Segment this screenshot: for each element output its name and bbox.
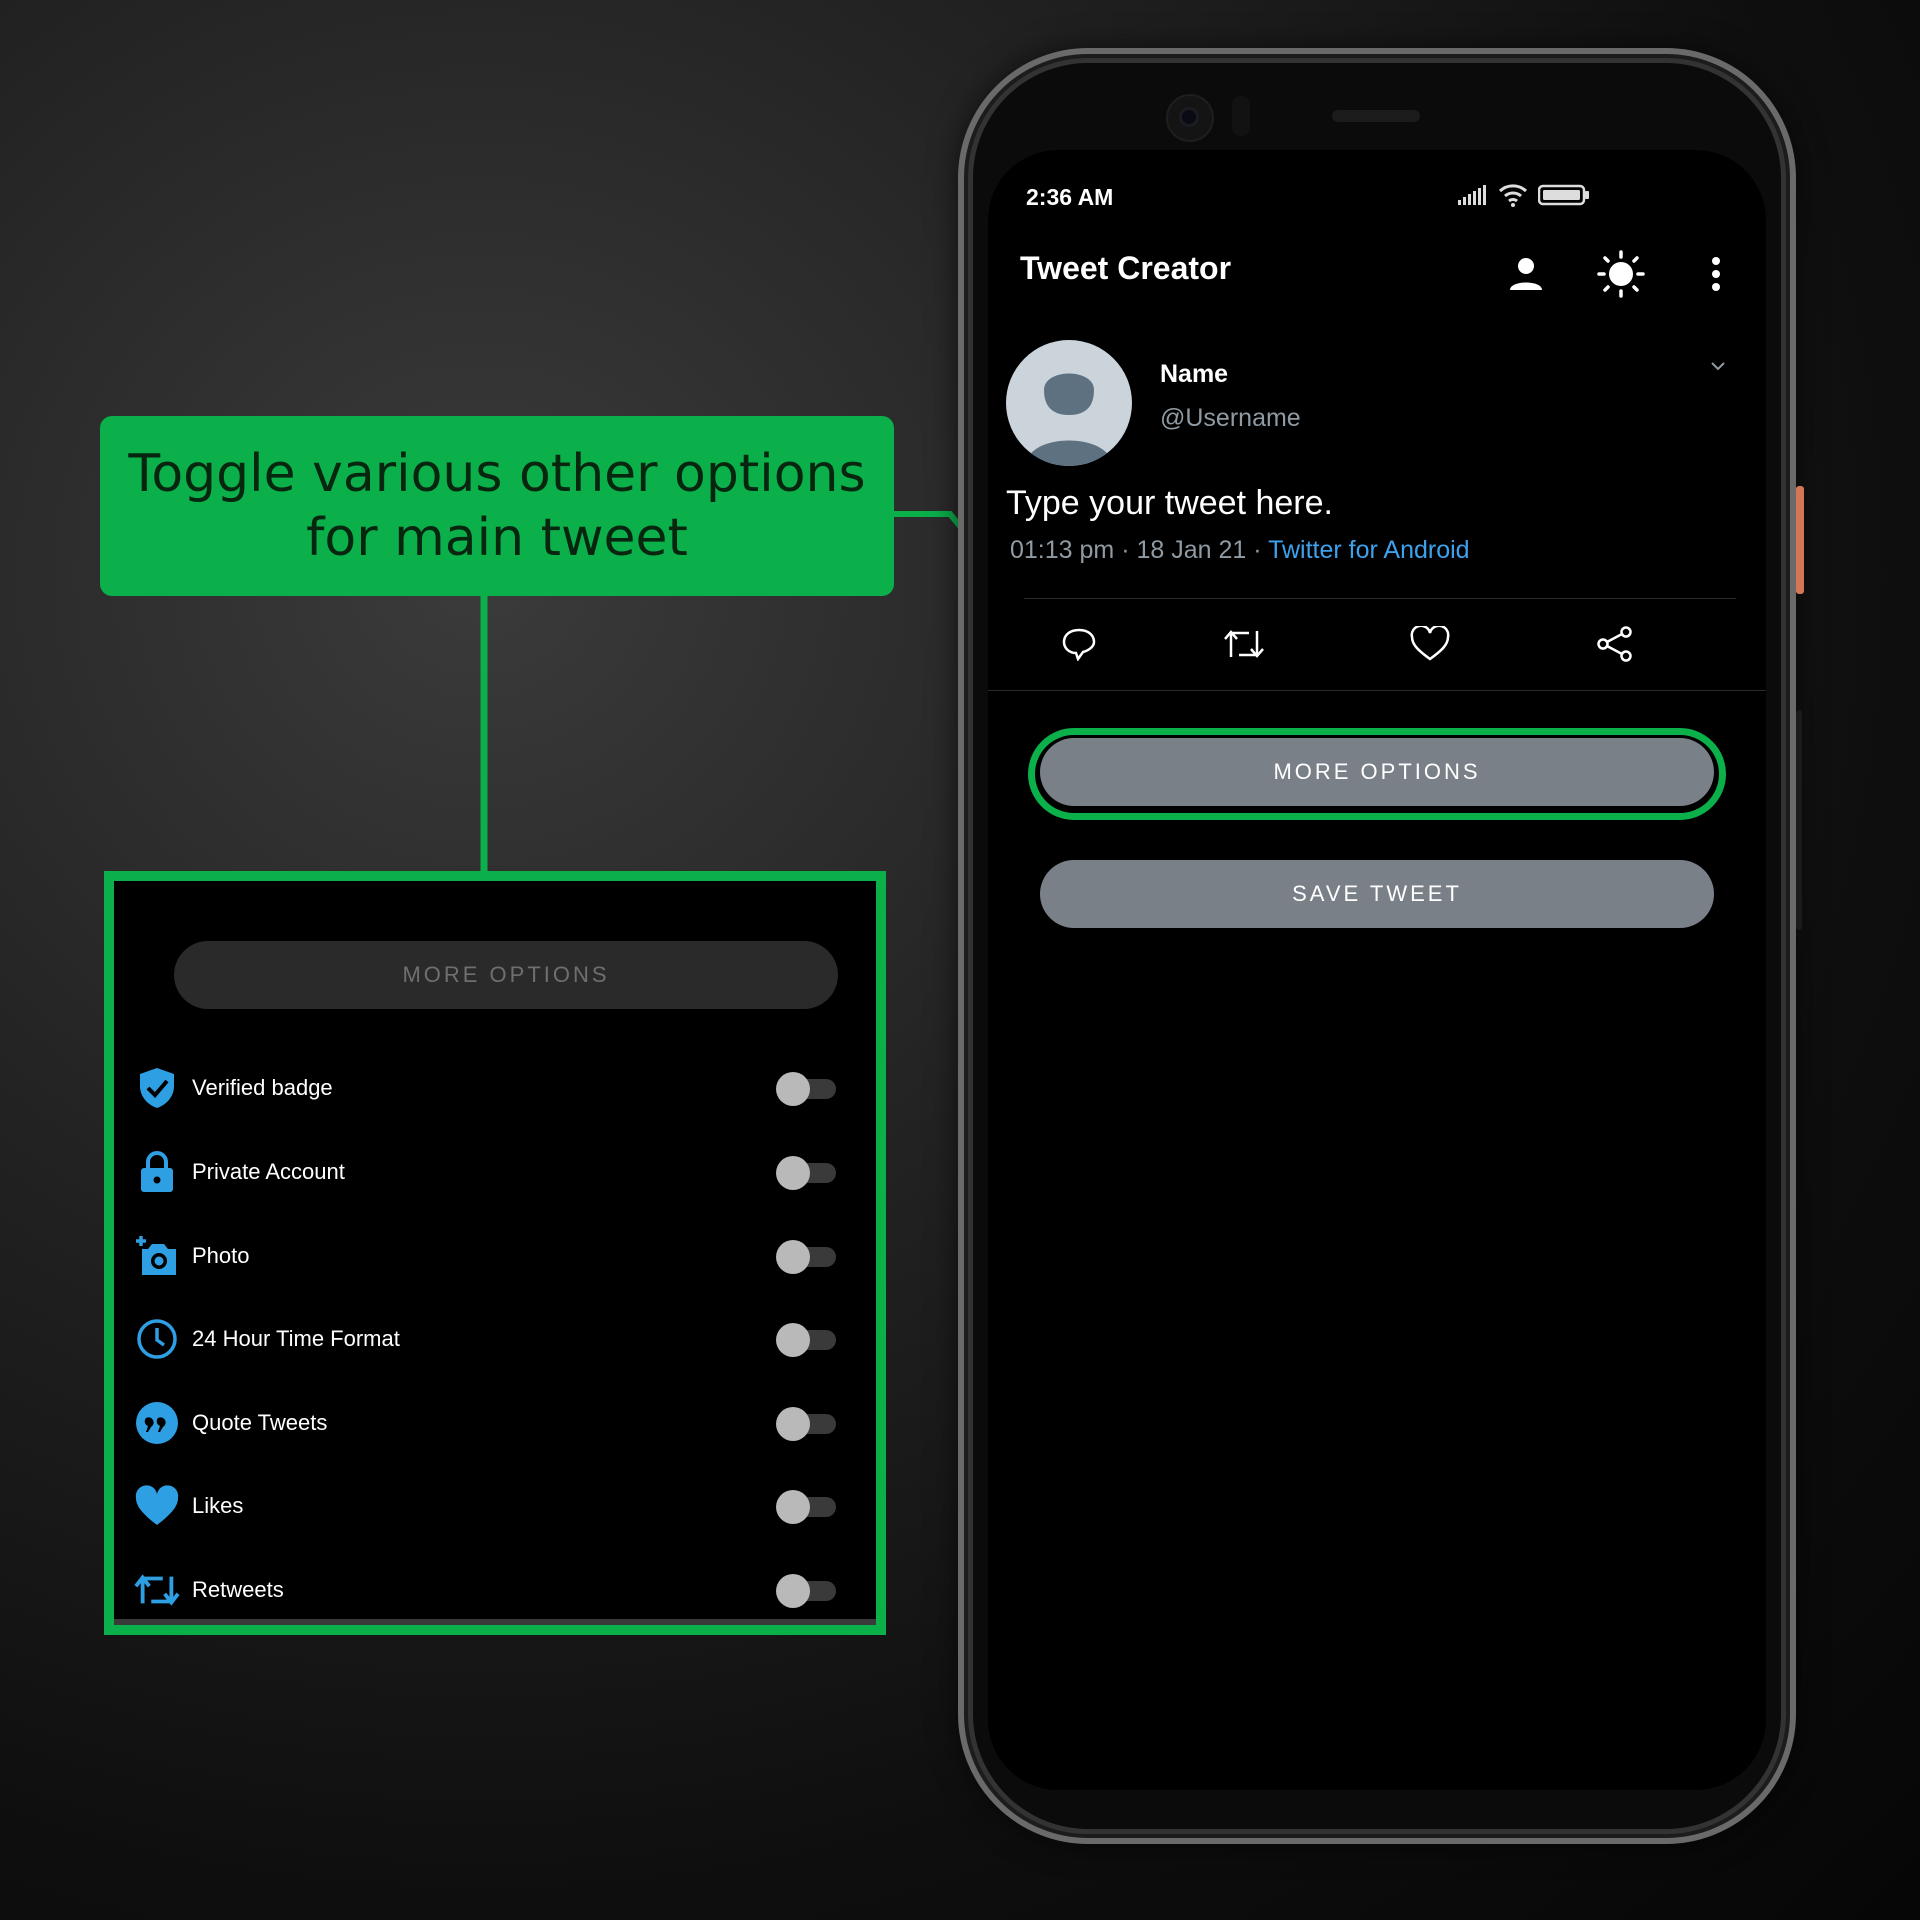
volume-button — [1796, 710, 1802, 930]
panel-bottom-divider — [114, 1619, 876, 1625]
power-button — [1796, 486, 1804, 594]
option-label: Likes — [192, 1493, 244, 1518]
brightness-icon[interactable] — [1593, 246, 1649, 302]
callout-box: Toggle various other options for main tw… — [100, 416, 894, 596]
option-label: 24 Hour Time Format — [192, 1326, 400, 1351]
like-icon[interactable] — [1401, 616, 1459, 672]
proximity-sensor — [1232, 96, 1250, 136]
option-label: Photo — [192, 1243, 250, 1268]
verified-badge-toggle[interactable] — [776, 1072, 838, 1106]
tweet-meta: 01:13 pm · 18 Jan 21 · Twitter for Andro… — [1010, 536, 1470, 565]
option-verified-badge[interactable]: Verified badge — [134, 1058, 874, 1118]
tweet-time[interactable]: 01:13 pm — [1010, 536, 1114, 564]
status-time: 2:36 AM — [1026, 184, 1114, 210]
tweet-date[interactable]: 18 Jan 21 — [1136, 536, 1246, 564]
save-tweet-button[interactable]: SAVE TWEET — [1040, 860, 1714, 928]
photo-toggle[interactable] — [776, 1240, 838, 1274]
divider — [1024, 598, 1736, 599]
status-icons — [1458, 180, 1590, 214]
lock-icon — [134, 1149, 180, 1195]
avatar[interactable] — [1006, 340, 1132, 466]
add-photo-icon — [134, 1233, 180, 1279]
option-label: Verified badge — [192, 1075, 333, 1100]
profile-icon[interactable] — [1498, 246, 1554, 302]
24-hour-time-toggle[interactable] — [776, 1323, 838, 1357]
tweet-source[interactable]: Twitter for Android — [1268, 536, 1469, 564]
meta-separator: · — [1121, 536, 1130, 564]
option-24-hour-time[interactable]: 24 Hour Time Format — [134, 1309, 874, 1369]
display-name[interactable]: Name — [1160, 360, 1228, 389]
callout-line-2: for main tweet — [306, 508, 688, 568]
more-options-button[interactable]: MORE OPTIONS — [1040, 738, 1714, 806]
option-label: Private Account — [192, 1159, 345, 1184]
heart-icon — [134, 1483, 180, 1529]
retweet-icon — [134, 1567, 180, 1613]
likes-toggle[interactable] — [776, 1490, 838, 1524]
username[interactable]: @Username — [1160, 404, 1301, 433]
more-options-button[interactable]: MORE OPTIONS — [174, 941, 838, 1009]
share-icon[interactable] — [1586, 616, 1644, 672]
private-account-toggle[interactable] — [776, 1156, 838, 1190]
callout-line-1: Toggle various other options — [128, 444, 866, 504]
meta-separator: · — [1253, 536, 1262, 564]
verified-shield-icon — [134, 1065, 180, 1111]
retweet-icon[interactable] — [1215, 616, 1273, 672]
option-label: Quote Tweets — [192, 1410, 328, 1435]
earpiece-speaker — [1332, 110, 1420, 122]
reply-icon[interactable] — [1050, 616, 1108, 672]
retweets-toggle[interactable] — [776, 1574, 838, 1608]
option-photo[interactable]: Photo — [134, 1226, 874, 1286]
divider — [988, 690, 1766, 691]
option-label: Retweets — [192, 1577, 284, 1602]
option-retweets[interactable]: Retweets — [134, 1560, 874, 1620]
option-likes[interactable]: Likes — [134, 1476, 874, 1536]
option-quote-tweets[interactable]: Quote Tweets — [134, 1393, 874, 1453]
wifi-icon — [1498, 183, 1528, 212]
quote-icon — [134, 1400, 180, 1446]
chevron-down-icon[interactable] — [1710, 358, 1726, 376]
battery-icon — [1537, 184, 1590, 211]
app-title: Tweet Creator — [1020, 250, 1232, 286]
tweet-text[interactable]: Type your tweet here. — [1006, 484, 1333, 523]
option-private-account[interactable]: Private Account — [134, 1142, 874, 1202]
more-options-zoom-panel: MORE OPTIONS Verified badge Private Acco… — [104, 871, 886, 1635]
front-camera — [1166, 94, 1214, 142]
phone-screen: 2:36 AM Tweet Creator Name @Username Typ… — [988, 150, 1766, 1790]
clock-icon — [134, 1316, 180, 1362]
quote-tweets-toggle[interactable] — [776, 1407, 838, 1441]
overflow-menu-icon[interactable] — [1688, 246, 1744, 302]
signal-icon — [1458, 184, 1488, 210]
